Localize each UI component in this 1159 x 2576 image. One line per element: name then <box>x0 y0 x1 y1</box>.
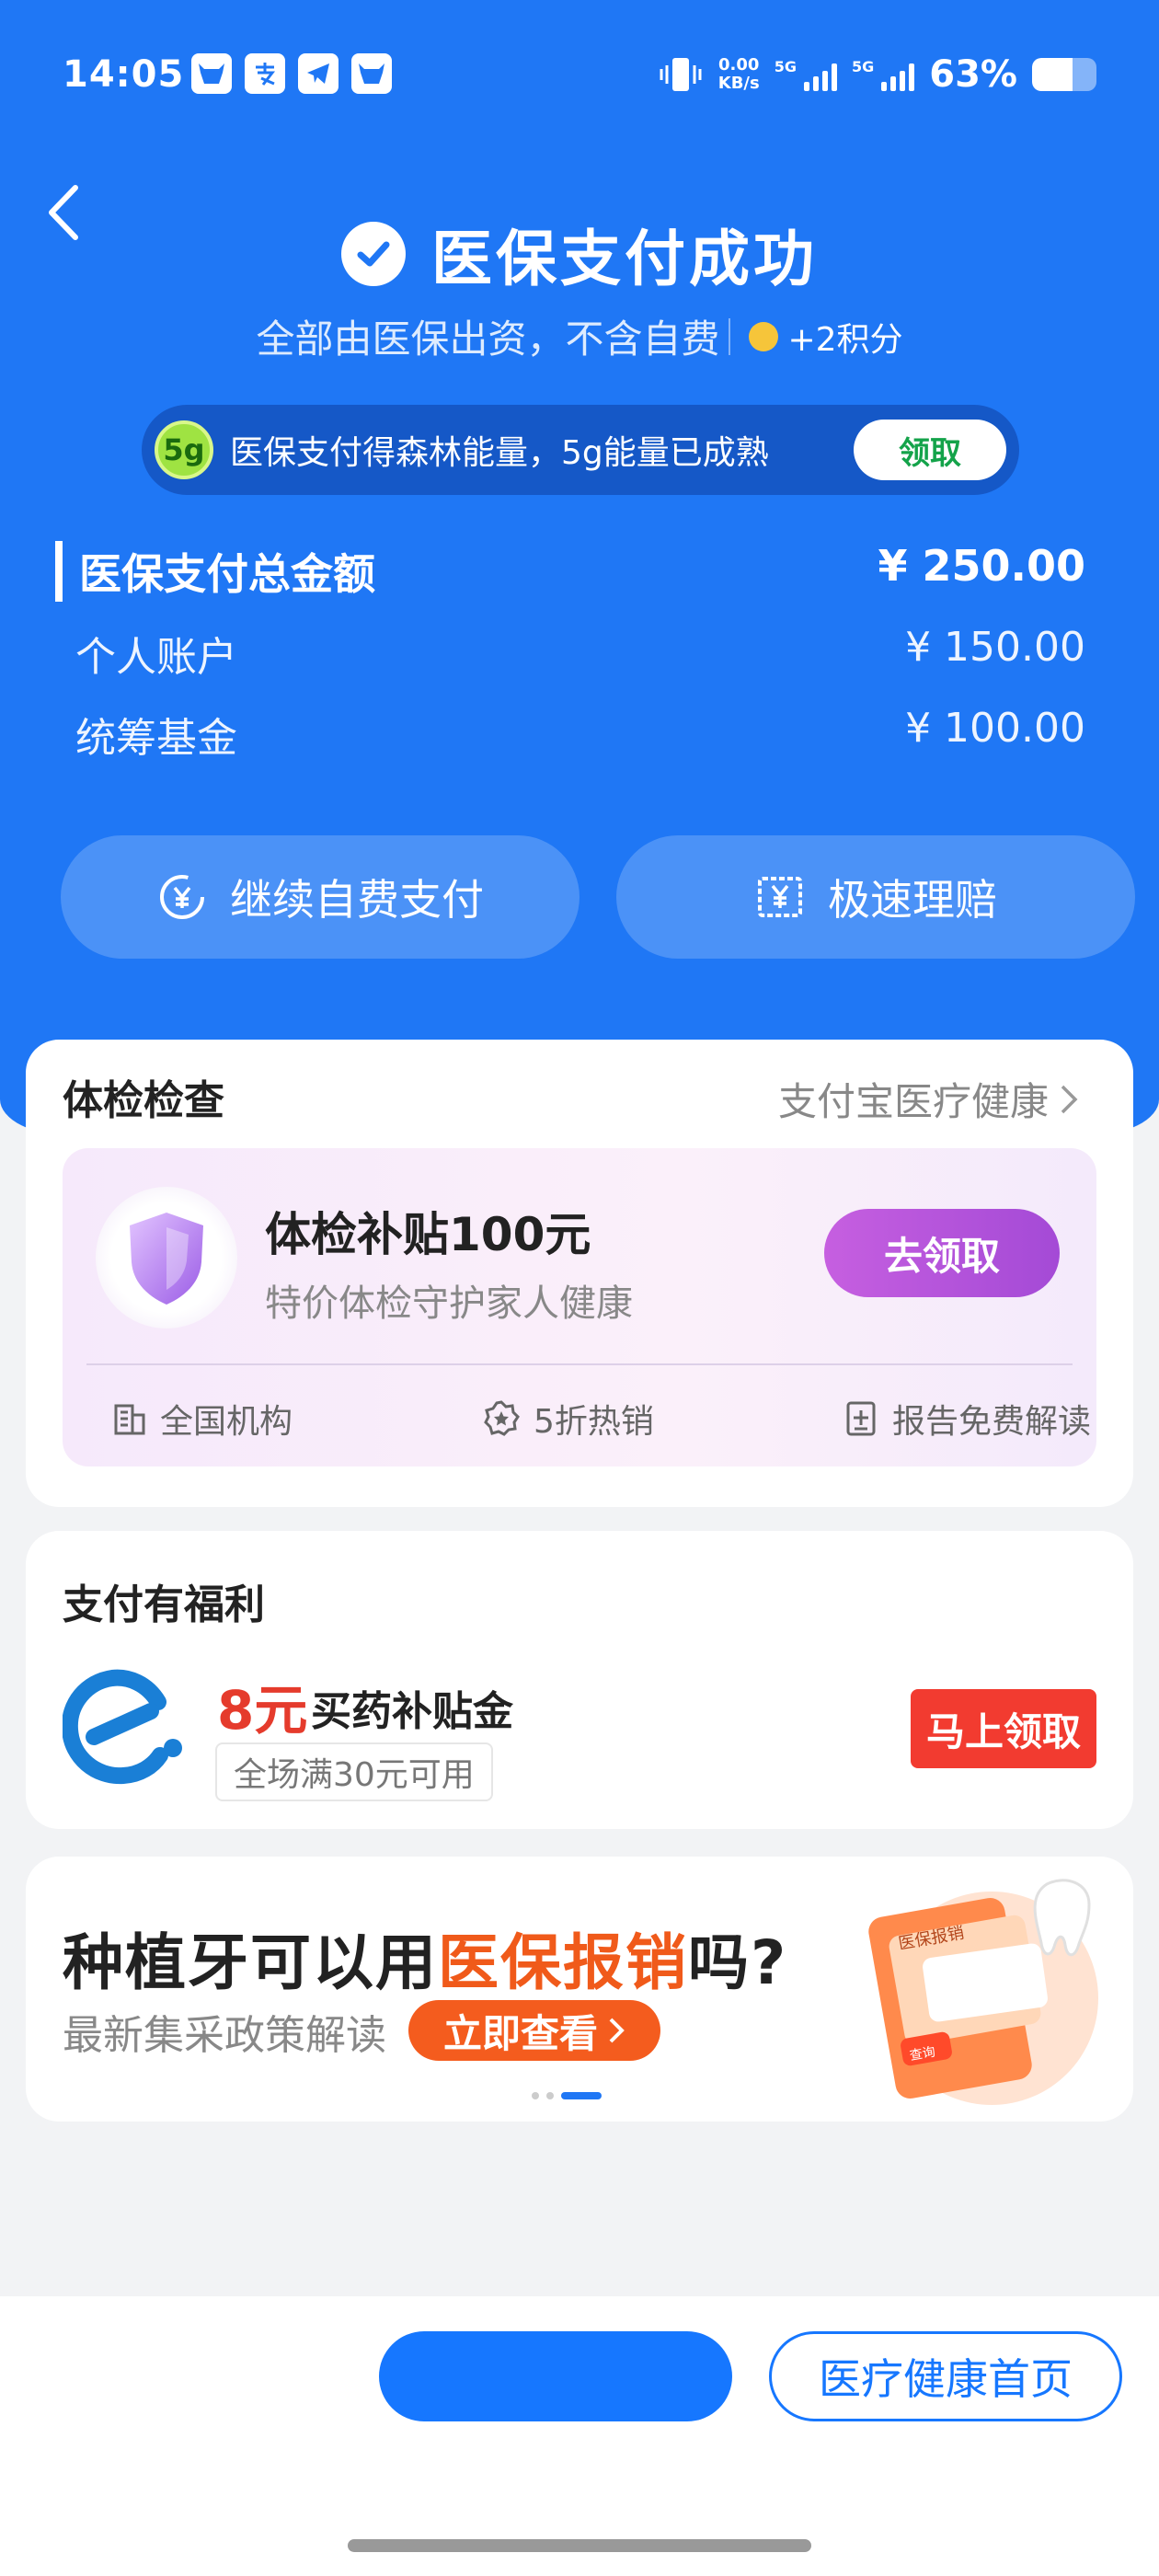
fast-claim-label: 极速理赔 <box>828 875 997 925</box>
claim-checkup-button[interactable]: 去领取 <box>824 1209 1060 1297</box>
personal-account-row: 个人账户 ¥ 150.00 <box>55 624 1085 683</box>
battery-percent: 63% <box>929 53 1017 96</box>
promo-subtitle: 特价体检守护家人健康 <box>265 1282 633 1325</box>
cow-icon <box>351 53 392 94</box>
feature-label: 全国机构 <box>160 1403 293 1441</box>
claim-energy-button[interactable]: 领取 <box>854 420 1006 480</box>
divider <box>86 1363 1073 1365</box>
status-right: 0.00 KB/s 5G 5G 63% <box>658 53 1096 96</box>
signal-label: 5G <box>774 58 797 75</box>
personal-account-label: 个人账户 <box>75 634 237 681</box>
check-circle-icon <box>341 222 406 286</box>
alipay-icon <box>245 53 285 94</box>
net-speed: 0.00 KB/s <box>718 56 760 93</box>
feature-report: 报告免费解读 <box>843 1395 1091 1443</box>
energy-banner[interactable]: 5g 医保支付得森林能量，5g能量已成熟 领取 <box>142 405 1019 495</box>
energy-badge-icon: 5g <box>155 420 213 479</box>
alipay-health-link-label: 支付宝医疗健康 <box>777 1079 1049 1124</box>
report-icon <box>846 1401 876 1436</box>
page-title: 医保支付成功 <box>431 224 818 294</box>
checkup-promo[interactable]: 体检补贴100元 特价体检守护家人健康 去领取 全国机构 5折热销 报告免费解读 <box>63 1148 1096 1466</box>
alipay-health-link[interactable]: 支付宝医疗健康 <box>778 1071 1080 1127</box>
benefit-card: 支付有福利 8元 买药补贴金 全场满30元可用 马上领取 <box>26 1531 1133 1829</box>
eleme-logo-icon <box>61 1669 188 1785</box>
signal-icon: 5G <box>851 58 915 91</box>
coupon-condition: 全场满30元可用 <box>215 1742 493 1801</box>
star-badge-icon <box>484 1400 520 1436</box>
checkup-card-title: 体检检查 <box>63 1077 224 1124</box>
insurance-card-illustration: 医保报销 查询 <box>854 1869 1111 2112</box>
page-subtitle: 全部由医保出资，不含自费 <box>256 316 720 362</box>
carousel-dot <box>532 2092 539 2099</box>
coupon-title: 买药补贴金 <box>311 1688 513 1735</box>
ad-title-part: 种植牙可以用 <box>63 1927 438 1998</box>
view-now-button[interactable]: 立即查看 <box>408 2000 660 2061</box>
status-time: 14:05 <box>63 53 185 96</box>
vibrate-icon <box>660 58 702 91</box>
carousel-dot-active <box>561 2092 602 2099</box>
benefit-card-title: 支付有福利 <box>63 1581 265 1628</box>
net-speed-unit: KB/s <box>717 74 760 93</box>
total-amount-row: 医保支付总金额 ¥ 250.00 <box>55 541 1085 602</box>
home-indicator[interactable] <box>348 2539 811 2552</box>
carousel-dot <box>546 2092 554 2099</box>
building-icon <box>114 1404 145 1435</box>
chevron-right-icon <box>1061 1085 1078 1113</box>
total-amount-value: ¥ 250.00 <box>878 541 1085 591</box>
carousel-dots <box>532 2092 602 2099</box>
points-badge[interactable]: +2积分 <box>787 313 902 361</box>
primary-action-button[interactable] <box>379 2331 732 2421</box>
subtitle-row: 全部由医保出资，不含自费 +2积分 <box>0 308 1159 364</box>
yuan-cycle-icon <box>160 875 204 919</box>
divider <box>729 317 731 355</box>
total-amount-label: 医保支付总金额 <box>55 541 375 602</box>
fast-claim-button[interactable]: 极速理赔 <box>616 835 1135 959</box>
pooled-fund-label: 统筹基金 <box>75 715 237 762</box>
checkup-card: 体检检查 支付宝医疗健康 体检补贴100元 特价体检守护家人健康 去领取 全国机… <box>26 1040 1133 1507</box>
title-row: 医保支付成功 <box>0 210 1159 298</box>
view-now-label: 立即查看 <box>442 2010 598 2056</box>
bottom-bar: 医疗健康首页 <box>0 2296 1159 2576</box>
signal-icon: 5G <box>775 58 837 91</box>
receipt-icon <box>758 877 802 917</box>
ad-title: 种植牙可以用医保报销吗? <box>63 1914 787 2002</box>
signal-label: 5G <box>851 58 875 75</box>
dental-ad-banner[interactable]: 种植牙可以用医保报销吗? 最新集采政策解读 立即查看 医保报销 查询 <box>26 1857 1133 2122</box>
continue-self-pay-label: 继续自费支付 <box>230 875 484 925</box>
chevron-right-icon <box>609 2018 625 2043</box>
ad-title-highlight: 医保报销 <box>438 1927 688 1998</box>
claim-coupon-button[interactable]: 马上领取 <box>911 1689 1096 1768</box>
health-home-button[interactable]: 医疗健康首页 <box>769 2331 1122 2421</box>
personal-account-value: ¥ 150.00 <box>905 624 1085 671</box>
net-speed-value: 0.00 <box>718 55 760 75</box>
ad-subtitle: 最新集采政策解读 <box>63 2012 386 2059</box>
pooled-fund-row: 统筹基金 ¥ 100.00 <box>55 705 1085 764</box>
coupon-amount: 8元 <box>217 1679 308 1742</box>
feature-discount: 5折热销 <box>482 1395 654 1443</box>
continue-self-pay-button[interactable]: 继续自费支付 <box>61 835 580 959</box>
coin-icon <box>749 321 779 351</box>
status-app-icons <box>191 53 392 94</box>
telegram-icon <box>298 53 339 94</box>
feature-label: 5折热销 <box>534 1403 654 1441</box>
pooled-fund-value: ¥ 100.00 <box>905 705 1085 752</box>
promo-title: 体检补贴100元 <box>265 1208 591 1261</box>
shield-icon <box>96 1187 237 1328</box>
feature-label: 报告免费解读 <box>892 1403 1092 1441</box>
ad-title-part: 吗? <box>688 1927 788 1998</box>
cow-icon <box>191 53 232 94</box>
energy-text: 医保支付得森林能量，5g能量已成熟 <box>230 434 769 472</box>
battery-icon <box>1032 58 1096 91</box>
feature-nationwide: 全国机构 <box>110 1395 293 1443</box>
